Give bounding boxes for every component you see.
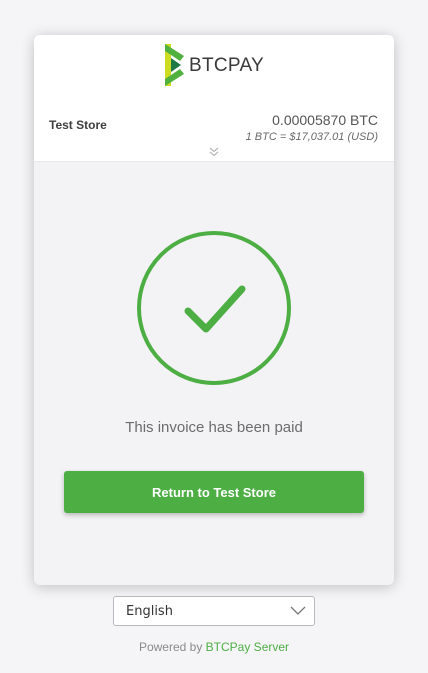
btcpay-server-link[interactable]: BTCPay Server <box>206 640 289 654</box>
invoice-header: BTCPAY Test Store 0.00005870 BTC 1 BTC =… <box>34 35 394 162</box>
chevron-down-icon <box>290 606 306 615</box>
powered-by-label: Powered by <box>138 640 203 654</box>
store-name: Test Store <box>49 118 107 132</box>
exchange-rate: 1 BTC = $17,037.01 (USD) <box>245 131 378 143</box>
logo-text: BTCPAY <box>189 54 264 76</box>
btcpay-logo: BTCPAY <box>163 44 264 86</box>
invoice-amount: 0.00005870 BTC <box>272 112 378 128</box>
success-checkmark-icon <box>137 231 291 385</box>
btcpay-logo-icon <box>165 44 184 86</box>
checkout-card: BTCPAY Test Store 0.00005870 BTC 1 BTC =… <box>34 35 394 585</box>
expand-details-icon[interactable] <box>208 146 220 158</box>
paid-status-message: This invoice has been paid <box>125 419 303 436</box>
return-to-store-button[interactable]: Return to Test Store <box>64 471 364 513</box>
language-selected-value: English <box>126 604 173 619</box>
language-select[interactable]: English <box>113 596 315 626</box>
powered-by-footer: Powered by BTCPay Server <box>0 640 428 654</box>
